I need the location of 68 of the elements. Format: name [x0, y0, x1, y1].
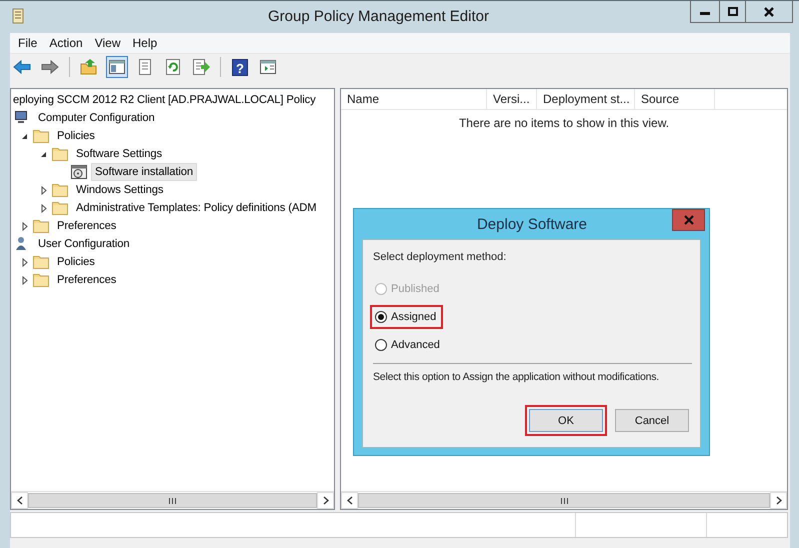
refresh-icon — [164, 58, 182, 76]
close-icon — [684, 215, 694, 225]
scroll-left-button[interactable] — [11, 492, 28, 509]
tree-item[interactable]: Policies — [53, 253, 99, 271]
software-package-icon — [70, 163, 88, 181]
folder-icon — [32, 127, 50, 145]
tree-item[interactable]: Software Settings — [72, 145, 166, 163]
menu-item[interactable]: File — [12, 36, 44, 50]
scrollbar-thumb[interactable] — [28, 493, 317, 508]
dialog-button[interactable]: Cancel — [615, 409, 689, 432]
folder-icon — [32, 253, 50, 271]
toolbar-button[interactable] — [106, 56, 128, 78]
collapsed-arrow-icon[interactable] — [39, 185, 49, 195]
dialog-button[interactable]: OK — [529, 409, 603, 432]
folder-icon — [32, 217, 50, 235]
radio-option[interactable]: Assigned — [370, 305, 444, 329]
tree-item[interactable]: Administrative Templates: Policy definitions (ADM — [72, 199, 320, 217]
maximize-icon — [728, 6, 738, 16]
collapsed-arrow-icon[interactable] — [20, 275, 30, 285]
tree-pane-icon — [108, 58, 126, 76]
description-text: Select this option to Assign the application without modifications. — [373, 371, 660, 383]
column-header[interactable]: Name — [341, 89, 487, 109]
toolbar-button[interactable] — [190, 56, 212, 78]
folder-icon — [51, 181, 69, 199]
folder-icon — [51, 145, 69, 163]
menu-item[interactable]: Action — [43, 36, 89, 50]
window-pane-icon — [259, 58, 277, 76]
close-button[interactable] — [745, 1, 793, 23]
tree-item[interactable]: Windows Settings — [72, 181, 168, 199]
empty-message: There are no items to show in this view. — [458, 116, 670, 130]
radio-option[interactable]: Advanced — [370, 333, 447, 357]
column-header[interactable]: Deployment st... — [537, 89, 635, 109]
back-arrow-icon — [13, 58, 31, 76]
column-header[interactable]: Source — [635, 89, 715, 109]
folder-icon — [32, 271, 50, 289]
tree-root[interactable]: eploying SCCM 2012 R2 Client [AD.PRAJWAL.LOCAL] Policy — [11, 91, 334, 109]
tree-item[interactable]: Computer Configuration — [34, 109, 159, 127]
document-list-icon — [136, 58, 154, 76]
tree-item[interactable]: Policies — [53, 127, 99, 145]
help-button[interactable]: ? — [229, 56, 251, 78]
collapsed-arrow-icon[interactable] — [20, 257, 30, 267]
tree-item[interactable]: Preferences — [53, 217, 120, 235]
tree-item[interactable]: User Configuration — [34, 235, 134, 253]
menu-item[interactable]: Help — [126, 36, 164, 50]
chevron-left-icon — [16, 496, 22, 505]
close-icon — [764, 6, 774, 16]
folder-icon — [51, 199, 69, 217]
menu-item[interactable]: View — [88, 36, 126, 50]
dialog-title: Deploy Software — [476, 216, 588, 232]
tree-item[interactable]: Software installation — [91, 163, 198, 181]
prompt-label: Select deployment method: — [373, 251, 508, 263]
window-title: Group Policy Management Editor — [267, 8, 490, 24]
app-icon — [10, 7, 26, 25]
collapsed-arrow-icon[interactable] — [39, 203, 49, 213]
chevron-right-icon — [776, 496, 782, 505]
forward-arrow-icon — [41, 58, 59, 76]
folder-up-icon — [80, 58, 98, 76]
minimize-button[interactable] — [690, 1, 720, 23]
chevron-right-icon — [322, 496, 328, 505]
scrollbar-thumb[interactable] — [358, 493, 770, 508]
export-list-icon — [192, 58, 210, 76]
scroll-left-button[interactable] — [341, 492, 358, 509]
column-header[interactable]: Versi... — [487, 89, 537, 109]
collapsed-arrow-icon[interactable] — [20, 221, 30, 231]
chevron-left-icon — [346, 496, 352, 505]
scroll-right-button[interactable] — [770, 492, 787, 509]
scroll-right-button[interactable] — [317, 492, 334, 509]
tree-item[interactable]: Preferences — [53, 271, 120, 289]
